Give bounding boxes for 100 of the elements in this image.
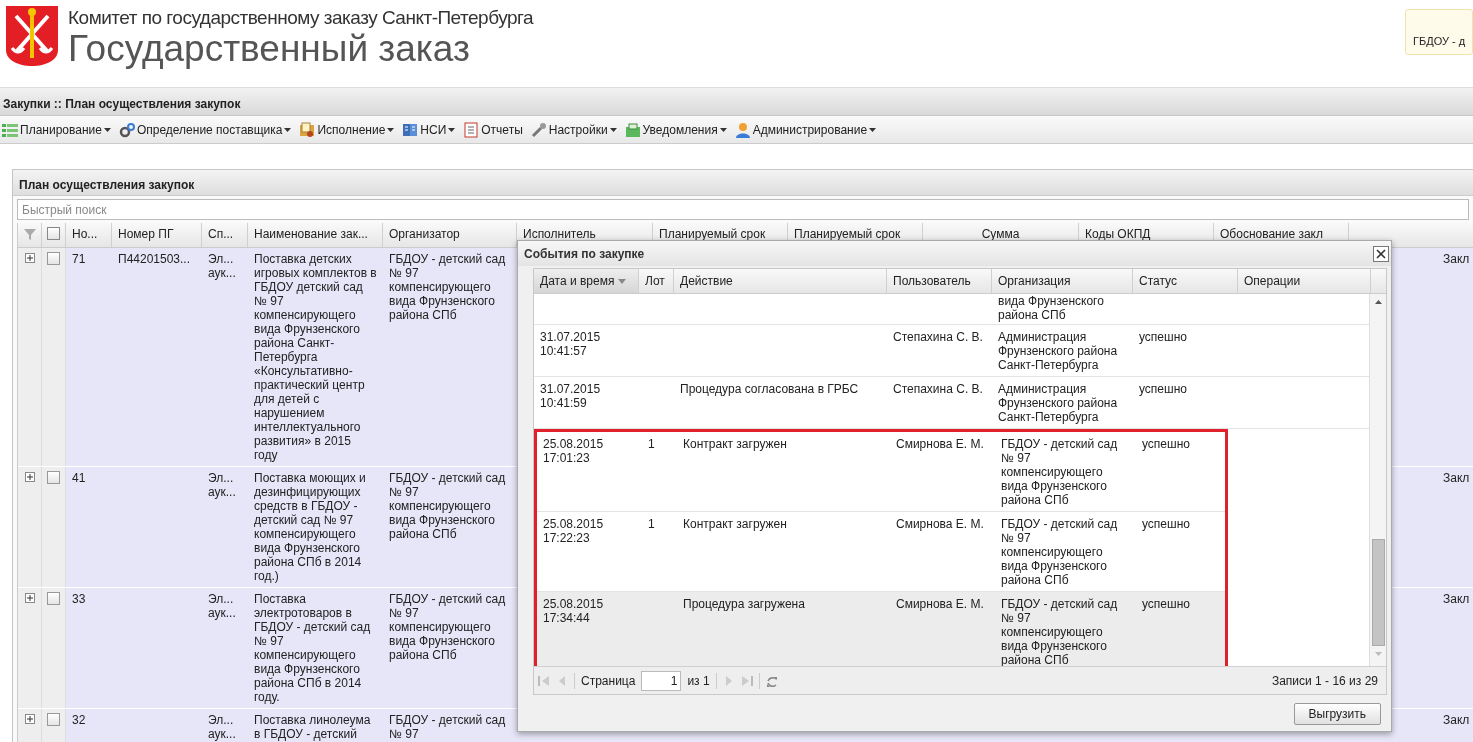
column-header[interactable]: Планируемый срок xyxy=(653,227,772,241)
caret-icon xyxy=(869,127,877,132)
emblem-logo xyxy=(4,4,60,68)
refresh-icon[interactable] xyxy=(765,674,778,687)
filter-icon[interactable] xyxy=(22,227,37,241)
table-cell-text: П44201503... xyxy=(118,252,192,266)
table-cell-text: ГБДОУ - детский сад № 97 компенсирующего вида Фрунзенского района СПб xyxy=(1001,517,1119,587)
table-cell-text: Эл... аук... xyxy=(208,471,237,499)
table-cell-text: успешно xyxy=(1142,437,1191,451)
table-cell-text: Закл xyxy=(1443,252,1471,266)
column-header[interactable]: Сп... xyxy=(202,227,240,241)
export-button[interactable]: Выгрузить xyxy=(1293,703,1381,725)
menu-button[interactable]: Планирование xyxy=(2,118,111,141)
row-checkbox[interactable] xyxy=(47,713,60,726)
row-checkbox[interactable] xyxy=(47,592,60,605)
scrollbar[interactable] xyxy=(1369,294,1386,666)
column-header[interactable]: Наименование зак... xyxy=(248,227,374,241)
table-cell-text: 25.08.2015 17:34:44 xyxy=(543,597,605,625)
column-header[interactable]: Но... xyxy=(66,227,104,241)
select-all-checkbox[interactable] xyxy=(47,227,60,240)
table-cell-text: успешно xyxy=(1142,597,1191,611)
table-cell-text: Закл xyxy=(1443,713,1471,727)
first-page-icon[interactable] xyxy=(538,674,550,687)
column-header[interactable]: Планируемый срок xyxy=(788,227,907,241)
last-page-icon[interactable] xyxy=(740,674,753,687)
column-header[interactable]: Дата и время xyxy=(534,269,639,293)
expand-icon[interactable] xyxy=(24,472,35,482)
row-checkbox[interactable] xyxy=(47,471,60,484)
table-cell-text: Поставка электротоваров в ГБДОУ - детский сад № 97 компенсирующего вида Фрунзенского района СПб в 2014 году. xyxy=(254,592,372,704)
table-cell-text: успешно xyxy=(1142,517,1191,531)
folder-icon xyxy=(299,121,316,138)
menu-button[interactable]: Администрирование xyxy=(734,118,877,141)
scroll-down-icon[interactable] xyxy=(1374,652,1382,656)
table-cell-text: Администрация Фрунзенского района Санкт-Петербурга xyxy=(998,330,1119,372)
person-icon xyxy=(734,121,751,138)
table-cell-text: Контракт загружен xyxy=(683,437,788,451)
table-cell-text: ГБДОУ - детский сад № 97 компенсирующего вида Фрунзенского района СПб xyxy=(389,471,507,541)
table-cell-text: Администрация Фрунзенского района Санкт-Петербурга xyxy=(998,382,1119,424)
menu-button[interactable]: Отчеты xyxy=(463,118,523,141)
caret-icon xyxy=(387,127,395,132)
user-info-box: ГБДОУ - д xyxy=(1405,9,1473,55)
menu-button[interactable]: Настройки xyxy=(530,118,617,141)
table-cell-text: успешно xyxy=(1139,382,1188,396)
scroll-up-icon[interactable] xyxy=(1374,300,1382,304)
close-button[interactable] xyxy=(1373,245,1389,262)
expand-icon[interactable] xyxy=(24,253,35,263)
menu-button[interactable]: Определение поставщика xyxy=(118,118,292,141)
column-header[interactable]: Коды ОКПД xyxy=(1079,227,1157,241)
column-header[interactable]: Лот xyxy=(639,269,674,293)
menu-button[interactable]: Исполнение xyxy=(299,118,395,141)
column-header[interactable]: Статус xyxy=(1133,269,1238,293)
column-header[interactable]: Пользователь xyxy=(887,269,992,293)
event-row[interactable]: 25.08.2015 17:34:44 Процедура загружена Смирнова Е. М. ГБДОУ - детский сад № 97 компенсирующего вида Фрунзенского района СПб успешно xyxy=(537,592,1225,666)
column-header[interactable]: Организатор xyxy=(383,227,466,241)
scroll-thumb[interactable] xyxy=(1371,539,1385,646)
breadcrumb-bar: Закупки :: План осуществления закупок xyxy=(0,88,1473,116)
table-cell-text: 1 xyxy=(648,517,656,531)
column-header[interactable]: Действие xyxy=(674,269,887,293)
column-header[interactable]: Обоснование закл xyxy=(1214,227,1329,241)
column-header[interactable]: Организация xyxy=(992,269,1133,293)
page-field[interactable]: 1 xyxy=(641,670,682,691)
table-cell-text: Смирнова Е. М. xyxy=(896,597,985,611)
caret-icon xyxy=(719,127,727,132)
table-cell-text: вида Фрунзенского района СПб xyxy=(998,294,1105,322)
expand-icon[interactable] xyxy=(24,714,35,724)
table-cell-text: Закл xyxy=(1443,471,1471,485)
event-row[interactable]: вида Фрунзенского района СПб xyxy=(534,294,1369,325)
table-cell-text: Поставка моющих и дезинфицирующих средств в ГБДОУ - детский сад № 97 компенсирующего вида Фрунзенского района СПб в 2014 год.) xyxy=(254,471,367,583)
page-count: из 1 xyxy=(687,672,710,690)
table-cell-text: 31.07.2015 10:41:59 xyxy=(540,382,602,410)
committee-name: Комитет по государственному заказу Санкт-Петербурга xyxy=(68,6,534,30)
book-icon xyxy=(402,121,419,138)
expand-icon[interactable] xyxy=(24,593,35,603)
table-cell-text: Поставка линолеума в ГБДОУ - детский xyxy=(254,713,372,741)
row-checkbox[interactable] xyxy=(47,252,60,265)
caret-icon xyxy=(448,127,456,132)
table-cell-text: 41 xyxy=(72,471,87,485)
dialog-title: События по закупке xyxy=(524,245,645,263)
table-cell-text: Эл... аук... xyxy=(208,592,237,620)
table-cell-text: ГБДОУ - детский сад № 97 компенсирующего вида Фрунзенского района СПб xyxy=(389,252,507,322)
column-header[interactable]: Номер ПГ xyxy=(112,227,180,241)
panel-title: План осуществления закупок xyxy=(13,170,1473,196)
list-icon xyxy=(2,121,18,138)
column-header[interactable]: Операции xyxy=(1238,269,1371,293)
table-cell-text: Смирнова Е. М. xyxy=(896,437,985,451)
menu-button[interactable]: Уведомления xyxy=(624,118,727,141)
table-cell-text: ГБДОУ - детский сад № 97 компенсирующего вида Фрунзенского района СПб xyxy=(1001,437,1119,507)
caret-icon xyxy=(284,127,292,132)
gears-icon xyxy=(118,121,135,138)
table-cell-text: Закл xyxy=(1443,592,1471,606)
table-cell-text: 25.08.2015 17:01:23 xyxy=(543,437,605,465)
records-count: Записи 1 - 16 из 29 xyxy=(1271,672,1378,690)
menu-button[interactable]: НСИ xyxy=(402,118,456,141)
quick-search-field[interactable]: Быстрый поиск xyxy=(17,199,1469,220)
table-cell-text: ГБДОУ - детский сад № 97 xyxy=(389,713,507,741)
column-header[interactable]: Сумма xyxy=(975,227,1026,241)
column-header[interactable]: Исполнитель xyxy=(517,227,602,241)
close-icon xyxy=(1376,248,1386,259)
table-cell-text: Процедура загружена xyxy=(683,597,806,611)
table-cell-text: 33 xyxy=(72,592,87,606)
